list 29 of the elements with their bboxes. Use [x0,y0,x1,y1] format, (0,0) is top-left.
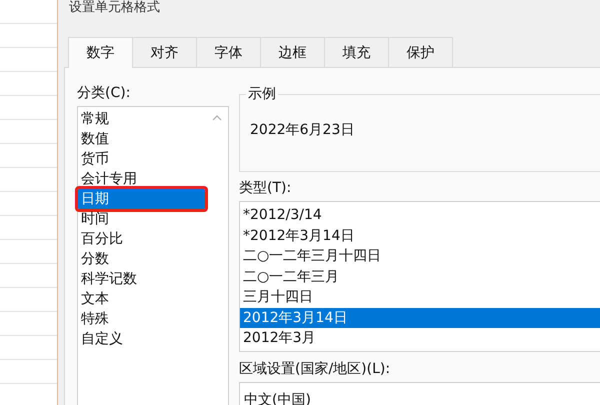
category-item[interactable]: 自定义 [78,329,205,349]
scroll-up-icon[interactable] [212,115,222,121]
category-item[interactable]: 会计专用 [78,169,205,189]
type-item[interactable]: 2012年3月14日 [240,308,600,328]
type-item[interactable]: *2012/3/14 [240,205,600,226]
tab[interactable]: 保护 [388,37,453,67]
locale-dropdown[interactable]: 中文(中国) [239,382,600,405]
category-item[interactable]: 时间 [78,209,205,229]
type-label: 类型(T): [239,179,292,198]
category-label: 分类(C): [77,84,132,103]
window-title: 设置单元格格式 [68,0,161,16]
category-item[interactable]: 分数 [78,249,205,269]
tab[interactable]: 数字 [68,37,133,68]
category-item[interactable]: 百分比 [78,229,205,249]
type-item[interactable]: 2012年3月 [240,328,600,348]
category-item[interactable]: 日期 [78,189,205,209]
type-item[interactable]: 二○一二年三月十四日 [240,246,600,266]
category-item[interactable]: 文本 [78,289,205,309]
sample-value: 2022年6月23日 [250,121,354,139]
category-item[interactable]: 货币 [78,149,205,169]
category-item[interactable]: 科学记数 [78,269,205,289]
category-item[interactable]: 数值 [78,129,205,149]
type-item[interactable]: 二○一二年三月 [240,266,600,287]
type-item[interactable]: *2012年3月14日 [240,226,600,246]
type-item[interactable]: 三月十四日 [240,287,600,308]
category-item[interactable]: 常规 [78,109,205,129]
sample-title: 示例 [246,85,278,103]
locale-label: 区域设置(国家/地区)(L): [239,360,392,378]
category-item[interactable]: 特殊 [78,309,205,329]
